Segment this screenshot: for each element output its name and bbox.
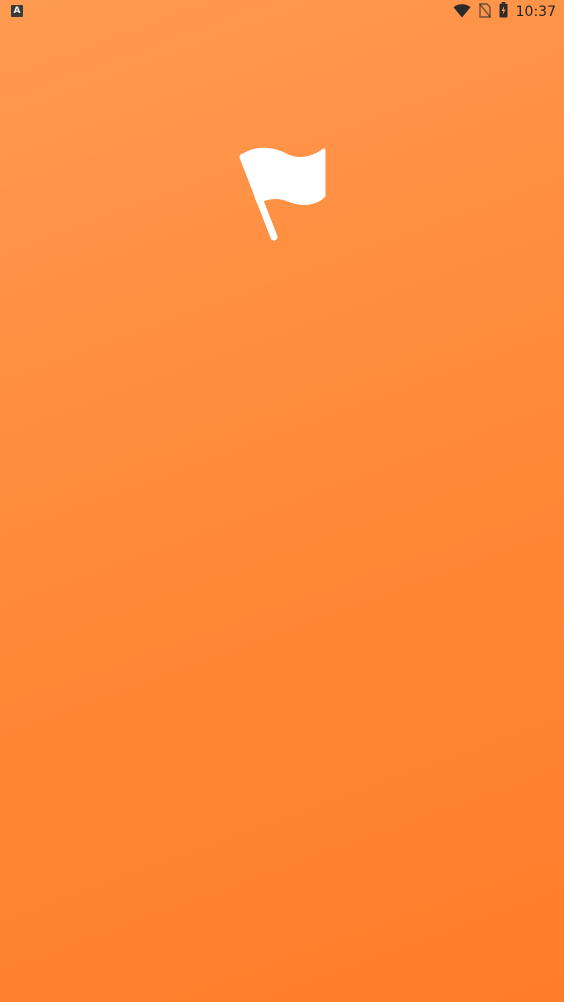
battery-charging-icon bbox=[499, 2, 508, 22]
status-time: 10:37 bbox=[515, 4, 556, 20]
no-sim-icon bbox=[478, 2, 491, 22]
notification-icon: A bbox=[11, 5, 23, 17]
notification-letter: A bbox=[11, 5, 23, 17]
flag-icon bbox=[236, 144, 330, 244]
status-bar: A 10:37 bbox=[0, 0, 564, 24]
status-icons: 10:37 bbox=[453, 2, 556, 22]
wifi-icon bbox=[453, 3, 471, 22]
splash-screen: A 10:37 bbox=[0, 0, 564, 1002]
